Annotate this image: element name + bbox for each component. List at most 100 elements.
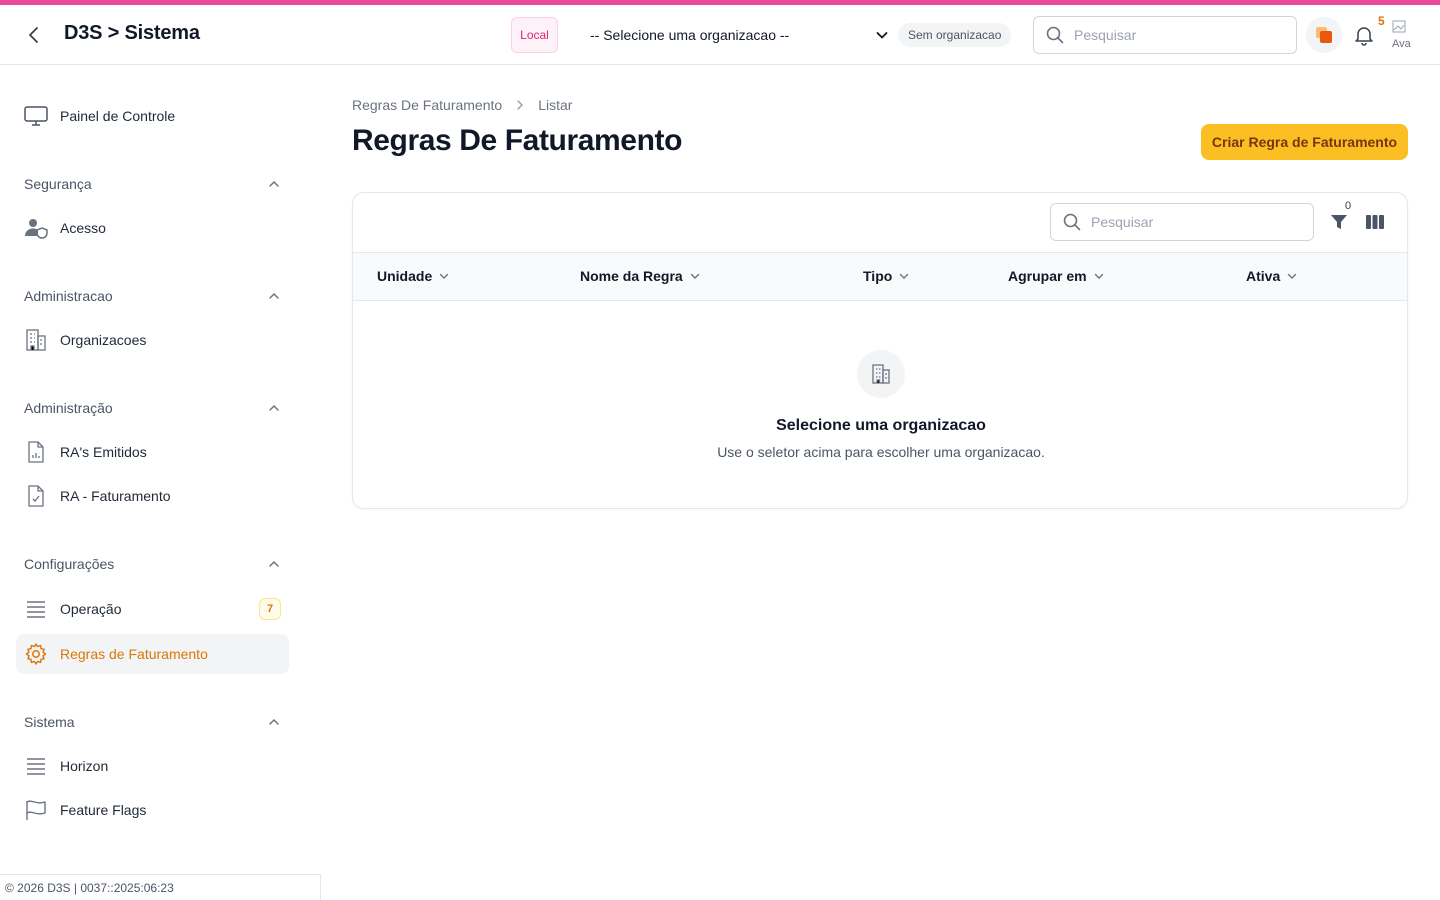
column-header-agrupar-em[interactable]: Agrupar em: [1008, 268, 1105, 284]
environment-badge: Local: [511, 17, 558, 53]
sidebar-group-label: Configurações: [24, 556, 115, 572]
back-button[interactable]: [22, 23, 46, 47]
empty-state-icon: [857, 350, 905, 398]
sidebar-item-regras-de-faturamento[interactable]: Regras de Faturamento: [16, 634, 289, 674]
chevron-down-icon: [900, 273, 909, 279]
sidebar-group-configuracoes[interactable]: Configurações: [24, 552, 281, 576]
table-header: Unidade Nome da Regra Tipo Agrupar em At…: [353, 252, 1407, 301]
building-icon: [24, 328, 48, 352]
chevron-down-icon: [1288, 273, 1297, 279]
chevron-up-icon: [269, 404, 279, 411]
sidebar-item-label: Operação: [60, 601, 122, 617]
empty-state-description: Use o seletor acima para escolher uma or…: [717, 444, 1045, 460]
sidebar-item-organizacoes[interactable]: Organizacoes: [16, 320, 289, 360]
sidebar-item-dashboard[interactable]: Painel de Controle: [16, 96, 289, 136]
sidebar-item-feature-flags[interactable]: Feature Flags: [16, 790, 289, 830]
column-header-label: Tipo: [863, 268, 893, 284]
organization-select[interactable]: -- Selecione uma organizacao --: [580, 19, 890, 51]
sidebar-item-horizon[interactable]: Horizon: [16, 746, 289, 786]
flag-icon: [24, 798, 48, 822]
column-header-label: Agrupar em: [1008, 268, 1087, 284]
chevron-down-icon: [1094, 273, 1103, 279]
columns-icon: [1366, 215, 1384, 229]
search-icon: [1063, 213, 1081, 231]
squares-stack-icon: [1316, 27, 1332, 43]
breadcrumb-link[interactable]: Regras De Faturamento: [352, 97, 502, 113]
empty-state-title: Selecione uma organizacao: [776, 417, 986, 434]
chevron-up-icon: [269, 718, 279, 725]
breadcrumb-current: Listar: [538, 97, 573, 113]
column-header-unidade[interactable]: Unidade: [377, 268, 450, 284]
chevron-down-icon: [440, 273, 449, 279]
chevron-up-icon: [269, 292, 279, 299]
broken-image-icon: [1392, 20, 1406, 33]
column-header-label: Unidade: [377, 268, 433, 284]
sidebar-item-label: Feature Flags: [60, 802, 147, 818]
sidebar-group-administracao[interactable]: Administracao: [24, 284, 281, 308]
app-title: D3S > Sistema: [64, 22, 200, 44]
chevron-up-icon: [269, 560, 279, 567]
sidebar-group-label: Administracao: [24, 288, 113, 304]
sidebar-item-count-badge: 7: [259, 598, 281, 620]
sidebar-footer: © 2026 D3S | 0037::2025:06:23: [0, 874, 321, 900]
filter-button[interactable]: [1327, 210, 1351, 234]
sidebar-item-label: RA's Emitidos: [60, 444, 147, 460]
document-chart-icon: [24, 440, 48, 464]
billing-rules-table: 0 Unidade Nome da Regra Tipo Agrupar em …: [352, 192, 1408, 509]
building-icon: [872, 364, 890, 384]
avatar-alt-text: Ava: [1392, 38, 1411, 50]
column-header-tipo[interactable]: Tipo: [863, 268, 910, 284]
topbar: D3S > Sistema Local -- Selecione uma org…: [0, 5, 1440, 65]
create-billing-rule-button[interactable]: Criar Regra de Faturamento: [1201, 124, 1408, 160]
sidebar-group-label: Sistema: [24, 714, 75, 730]
search-icon: [1046, 26, 1064, 44]
list-lines-icon: [24, 754, 48, 778]
columns-toggle-button[interactable]: [1363, 210, 1387, 234]
chevron-up-icon: [269, 180, 279, 187]
funnel-icon: [1331, 215, 1347, 229]
column-header-label: Ativa: [1246, 268, 1281, 284]
notifications-button[interactable]: [1350, 21, 1378, 49]
notification-count-badge: 5: [1378, 14, 1385, 28]
sidebar-item-ra-faturamento[interactable]: RA - Faturamento: [16, 476, 289, 516]
chevron-down-icon: [690, 273, 699, 279]
organization-select-value: -- Selecione uma organizacao --: [590, 27, 790, 43]
breadcrumb: Regras De Faturamento Listar: [352, 97, 572, 113]
table-search-input[interactable]: [1091, 214, 1291, 230]
table-search[interactable]: [1050, 203, 1314, 241]
gear-icon: [24, 642, 48, 666]
monitor-icon: [24, 104, 48, 128]
column-header-nome-da-regra[interactable]: Nome da Regra: [580, 268, 701, 284]
global-search[interactable]: [1033, 16, 1297, 54]
sidebar: Painel de Controle Segurança Acesso Admi…: [0, 66, 320, 900]
document-check-icon: [24, 484, 48, 508]
sidebar-group-sistema[interactable]: Sistema: [24, 710, 281, 734]
bell-icon: [1355, 27, 1373, 46]
sidebar-item-operacao[interactable]: Operação 7: [16, 589, 289, 629]
sidebar-item-label: Acesso: [60, 220, 106, 236]
sidebar-item-label: Painel de Controle: [60, 108, 176, 124]
chevron-left-icon: [29, 27, 38, 43]
active-filters-count: 0: [1345, 200, 1352, 212]
sidebar-item-label: Horizon: [60, 758, 109, 774]
sidebar-item-acesso[interactable]: Acesso: [16, 208, 289, 248]
sidebar-item-ras-emitidos[interactable]: RA's Emitidos: [16, 432, 289, 472]
user-shield-icon: [24, 216, 48, 240]
sidebar-group-label: Administração: [24, 400, 113, 416]
tenant-switch-button[interactable]: [1306, 17, 1342, 53]
list-lines-icon: [24, 597, 48, 621]
column-header-ativa[interactable]: Ativa: [1246, 268, 1298, 284]
sidebar-group-administracao-2[interactable]: Administração: [24, 396, 281, 420]
column-header-label: Nome da Regra: [580, 268, 683, 284]
page-title: Regras De Faturamento: [352, 124, 683, 157]
chevron-down-icon: [876, 32, 888, 39]
chevron-right-icon: [517, 100, 524, 110]
organization-status-badge: Sem organizacao: [898, 23, 1012, 47]
sidebar-item-label: Regras de Faturamento: [60, 646, 208, 662]
global-search-input[interactable]: [1074, 27, 1274, 43]
sidebar-group-seguranca[interactable]: Segurança: [24, 172, 281, 196]
sidebar-item-label: Organizacoes: [60, 332, 147, 348]
user-avatar[interactable]: Ava: [1392, 19, 1424, 51]
sidebar-item-label: RA - Faturamento: [60, 488, 171, 504]
sidebar-group-label: Segurança: [24, 176, 92, 192]
